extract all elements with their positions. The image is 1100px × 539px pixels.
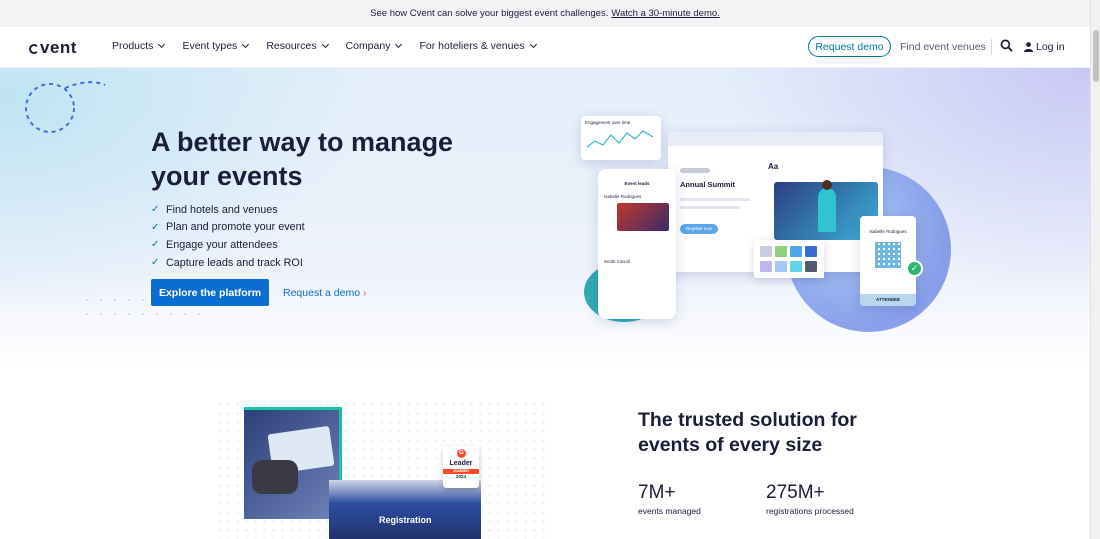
benefit-label: Capture leads and track ROI <box>166 256 303 269</box>
badge-title: Leader <box>449 460 473 467</box>
nav-item-label: Products <box>112 40 154 52</box>
stat-label: registrations processed <box>766 506 854 516</box>
chevron-down-icon <box>321 40 329 49</box>
register-now-button: Register now <box>680 224 718 234</box>
line-chart-graphic <box>586 130 654 148</box>
group-photo <box>617 203 669 231</box>
qr-code-icon <box>875 242 901 268</box>
benefit-item: ✓ Plan and promote your event <box>151 219 305 237</box>
checkmark-icon: ✓ <box>906 260 923 277</box>
phone-person-1: Isabelle Rodrigues <box>604 194 642 199</box>
chevron-down-icon <box>158 40 166 49</box>
stat-label: events managed <box>638 506 701 516</box>
badge-year: 2024 <box>455 474 466 479</box>
stat-registrations: 275M+ registrations processed <box>766 482 854 516</box>
benefit-label: Engage your attendees <box>166 238 278 251</box>
text-placeholder <box>680 206 740 209</box>
hero-title: A better way to manage your events <box>151 127 454 191</box>
nav-item-products[interactable]: Products <box>112 40 166 52</box>
logo-c-mark <box>29 44 39 54</box>
hero-illustration: Engagement over time Annual Summit Regis… <box>576 112 951 332</box>
tablet-checkin-photo <box>244 407 342 519</box>
nav-menu: Products Event types Resources Company F… <box>112 40 537 52</box>
benefit-item: ✓ Capture leads and track ROI <box>151 254 305 272</box>
decorative-dashed-circle <box>25 81 106 133</box>
font-picker-label: Aa <box>768 162 779 171</box>
login-link[interactable]: Log in <box>1024 41 1065 53</box>
color-swatch <box>775 246 787 257</box>
color-palette-card <box>754 240 824 278</box>
color-swatch <box>760 260 772 272</box>
nav-item-event-types[interactable]: Event types <box>182 40 250 52</box>
login-label: Log in <box>1036 41 1065 53</box>
checkmark-icon: ✓ <box>151 204 160 216</box>
badge-name: Isabelle Rodrigues <box>869 229 907 234</box>
color-swatch <box>805 260 817 272</box>
stat-events: 7M+ events managed <box>638 482 701 516</box>
benefit-label: Plan and promote your event <box>166 221 305 234</box>
scrollbar-thumb[interactable] <box>1093 30 1099 82</box>
nav-item-label: For hoteliers & venues <box>419 40 525 52</box>
registration-sign: Registration <box>379 515 432 525</box>
nav-divider <box>991 39 992 55</box>
checkmark-icon: ✓ <box>151 221 160 233</box>
find-venues-link[interactable]: Find event venues <box>900 41 986 53</box>
promo-demo-link[interactable]: Watch a 30-minute demo. <box>611 8 719 19</box>
nav-item-company[interactable]: Company <box>345 40 403 52</box>
promo-banner: See how Cvent can solve your biggest eve… <box>0 0 1090 27</box>
g2-logo-icon: G <box>457 449 466 458</box>
hand-figure <box>252 460 298 494</box>
nav-item-hoteliers-venues[interactable]: For hoteliers & venues <box>419 40 537 52</box>
nav-item-label: Company <box>345 40 391 52</box>
trusted-heading: The trusted solution for events of every… <box>638 409 857 456</box>
request-demo-button[interactable]: Request demo <box>808 36 891 57</box>
browser-bar <box>668 132 883 146</box>
request-demo-label: Request a demo <box>283 287 361 299</box>
attendee-badge-card: Isabelle Rodrigues ATTENDEE <box>860 216 916 306</box>
nav-item-resources[interactable]: Resources <box>266 40 329 52</box>
text-placeholder <box>680 198 750 201</box>
chevron-right-icon: › <box>362 287 367 299</box>
explore-platform-button[interactable]: Explore the platform <box>151 279 269 306</box>
registration-desk-photo: Registration <box>329 480 481 539</box>
user-icon <box>1024 42 1033 52</box>
chevron-down-icon <box>242 40 250 49</box>
stat-value: 275M+ <box>766 482 825 503</box>
benefit-item: ✓ Engage your attendees <box>151 236 305 254</box>
cvent-logo[interactable]: vent <box>29 38 77 58</box>
main-navigation: vent Products Event types Resources Comp… <box>0 27 1090 68</box>
phone-title: Event leads <box>624 181 650 186</box>
benefit-label: Find hotels and venues <box>166 203 278 216</box>
checkmark-icon: ✓ <box>151 239 160 251</box>
page-scrollbar[interactable] <box>1090 0 1100 539</box>
text-placeholder <box>680 168 710 173</box>
event-title: Annual Summit <box>680 180 736 189</box>
benefit-item: ✓ Find hotels and venues <box>151 201 305 219</box>
speaker-head <box>822 180 832 190</box>
search-icon[interactable] <box>1000 39 1013 52</box>
stat-value: 7M+ <box>638 482 676 503</box>
color-swatch <box>790 246 802 257</box>
color-swatch <box>805 246 817 257</box>
request-demo-link[interactable]: Request a demo › <box>283 287 366 299</box>
badge-label: ATTENDEE <box>860 294 916 306</box>
promo-text: See how Cvent can solve your biggest eve… <box>370 8 609 19</box>
chevron-down-icon <box>395 40 403 49</box>
color-swatch <box>790 260 802 272</box>
g2-leader-badge: G Leader SUMMER 2024 <box>443 446 479 488</box>
color-swatch <box>775 260 787 272</box>
checkmark-icon: ✓ <box>151 257 160 269</box>
phone-person-2: Smith Carroll <box>604 259 631 264</box>
nav-item-label: Resources <box>266 40 317 52</box>
logo-text: vent <box>40 38 77 57</box>
mobile-app-card: Event leads Isabelle Rodrigues Smith Car… <box>598 169 676 319</box>
engagement-chart-card: Engagement over time <box>581 116 661 160</box>
nav-item-label: Event types <box>182 40 238 52</box>
chevron-down-icon <box>529 40 537 49</box>
hero-benefits-list: ✓ Find hotels and venues ✓ Plan and promot… <box>151 201 305 271</box>
color-swatch <box>760 246 772 257</box>
speaker-figure <box>818 188 836 232</box>
event-photos-collage: Registration G Leader SUMMER 2024 <box>215 400 545 539</box>
